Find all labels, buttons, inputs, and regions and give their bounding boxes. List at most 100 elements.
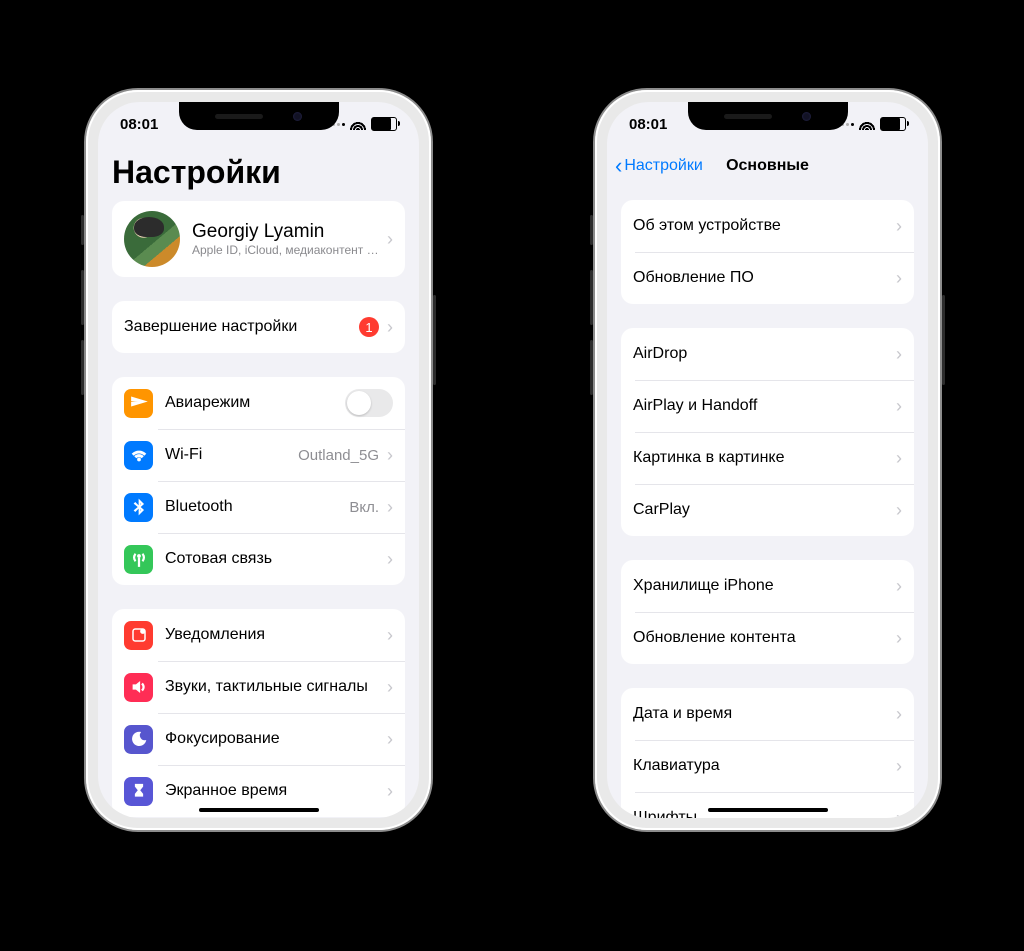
software-update-row[interactable]: Обновление ПО ›	[621, 252, 914, 304]
chevron-right-icon: ›	[896, 628, 902, 649]
row-label: AirDrop	[633, 345, 894, 363]
row-label: Об этом устройстве	[633, 217, 894, 235]
row-label: Обновление ПО	[633, 269, 894, 287]
nav-title: Основные	[726, 157, 809, 175]
bg-refresh-row[interactable]: Обновление контента ›	[621, 612, 914, 664]
apple-id-row[interactable]: Georgiy Lyamin Apple ID, iCloud, медиако…	[112, 201, 405, 277]
row-label: AirPlay и Handoff	[633, 397, 894, 415]
chevron-left-icon: ‹	[615, 155, 622, 177]
about-group: Об этом устройстве › Обновление ПО ›	[621, 200, 914, 304]
chevron-right-icon: ›	[896, 344, 902, 365]
bluetooth-icon	[124, 493, 153, 522]
row-label: Дата и время	[633, 705, 894, 723]
avatar	[124, 211, 180, 267]
row-label: Звуки, тактильные сигналы	[165, 678, 385, 696]
chevron-right-icon: ›	[896, 808, 902, 819]
chevron-right-icon: ›	[387, 625, 393, 646]
pip-row[interactable]: Картинка в картинке ›	[621, 432, 914, 484]
row-label: Уведомления	[165, 626, 385, 644]
home-indicator[interactable]	[199, 808, 319, 812]
row-value: Outland_5G	[298, 447, 379, 464]
row-label: Bluetooth	[165, 498, 349, 516]
screen: 08:01 ‹ Настройки Основные Об этом устро…	[607, 102, 928, 818]
fonts-row[interactable]: Шрифты ›	[621, 792, 914, 818]
chevron-right-icon: ›	[387, 549, 393, 570]
chevron-right-icon: ›	[387, 229, 393, 250]
row-label: Клавиатура	[633, 757, 894, 775]
chevron-right-icon: ›	[896, 756, 902, 777]
chevron-right-icon: ›	[387, 497, 393, 518]
wifi-row[interactable]: Wi-Fi Outland_5G ›	[112, 429, 405, 481]
storage-row[interactable]: Хранилище iPhone ›	[621, 560, 914, 612]
airdrop-group: AirDrop › AirPlay и Handoff › Картинка в…	[621, 328, 914, 536]
profile-subtitle: Apple ID, iCloud, медиаконтент и п…	[192, 243, 385, 257]
airplane-icon	[124, 389, 153, 418]
row-label: Авиарежим	[165, 394, 345, 412]
chevron-right-icon: ›	[896, 704, 902, 725]
speaker-icon	[124, 673, 153, 702]
carplay-row[interactable]: CarPlay ›	[621, 484, 914, 536]
chevron-right-icon: ›	[896, 576, 902, 597]
moon-icon	[124, 725, 153, 754]
chevron-right-icon: ›	[896, 396, 902, 417]
back-button[interactable]: ‹ Настройки	[615, 155, 703, 177]
chevron-right-icon: ›	[387, 677, 393, 698]
hourglass-icon	[124, 777, 153, 806]
notch	[179, 102, 339, 130]
row-value: Вкл.	[349, 499, 379, 516]
airplane-mode-row[interactable]: Авиарежим	[112, 377, 405, 429]
notifications-icon	[124, 621, 153, 650]
chevron-right-icon: ›	[896, 216, 902, 237]
network-group: Авиарежим Wi-Fi Outland_5G › Bluetooth	[112, 377, 405, 585]
profile-group: Georgiy Lyamin Apple ID, iCloud, медиако…	[112, 201, 405, 277]
storage-group: Хранилище iPhone › Обновление контента ›	[621, 560, 914, 664]
keyboard-row[interactable]: Клавиатура ›	[621, 740, 914, 792]
wifi-icon	[124, 441, 153, 470]
wifi-icon	[350, 118, 366, 130]
nav-bar: ‹ Настройки Основные	[607, 146, 928, 186]
phone-settings-root: 08:01 Настройки Georgiy Lyamin Apple ID,…	[86, 90, 431, 830]
phone-general: 08:01 ‹ Настройки Основные Об этом устро…	[595, 90, 940, 830]
datetime-group: Дата и время › Клавиатура › Шрифты › Язы…	[621, 688, 914, 818]
row-label: Экранное время	[165, 782, 385, 800]
row-label: Wi-Fi	[165, 446, 298, 464]
status-time: 08:01	[629, 116, 667, 133]
airplay-row[interactable]: AirPlay и Handoff ›	[621, 380, 914, 432]
notifications-group: Уведомления › Звуки, тактильные сигналы …	[112, 609, 405, 817]
chevron-right-icon: ›	[387, 781, 393, 802]
airdrop-row[interactable]: AirDrop ›	[621, 328, 914, 380]
cellular-row[interactable]: Сотовая связь ›	[112, 533, 405, 585]
focus-row[interactable]: Фокусирование ›	[112, 713, 405, 765]
row-label: Сотовая связь	[165, 550, 385, 568]
screen: 08:01 Настройки Georgiy Lyamin Apple ID,…	[98, 102, 419, 818]
row-label: Фокусирование	[165, 730, 385, 748]
row-label: Завершение настройки	[124, 318, 359, 336]
antenna-icon	[124, 545, 153, 574]
chevron-right-icon: ›	[896, 500, 902, 521]
date-time-row[interactable]: Дата и время ›	[621, 688, 914, 740]
chevron-right-icon: ›	[896, 268, 902, 289]
notch	[688, 102, 848, 130]
battery-icon	[371, 117, 397, 131]
back-label: Настройки	[624, 157, 702, 175]
profile-name: Georgiy Lyamin	[192, 221, 385, 243]
row-label: CarPlay	[633, 501, 894, 519]
chevron-right-icon: ›	[387, 445, 393, 466]
finish-setup-row[interactable]: Завершение настройки 1 ›	[112, 301, 405, 353]
status-time: 08:01	[120, 116, 158, 133]
row-label: Картинка в картинке	[633, 449, 894, 467]
home-indicator[interactable]	[708, 808, 828, 812]
chevron-right-icon: ›	[387, 729, 393, 750]
notifications-row[interactable]: Уведомления ›	[112, 609, 405, 661]
wifi-icon	[859, 118, 875, 130]
airplane-toggle[interactable]	[345, 389, 393, 417]
chevron-right-icon: ›	[896, 448, 902, 469]
row-label: Обновление контента	[633, 629, 894, 647]
chevron-right-icon: ›	[387, 317, 393, 338]
battery-icon	[880, 117, 906, 131]
notification-badge: 1	[359, 317, 379, 337]
about-row[interactable]: Об этом устройстве ›	[621, 200, 914, 252]
bluetooth-row[interactable]: Bluetooth Вкл. ›	[112, 481, 405, 533]
row-label: Хранилище iPhone	[633, 577, 894, 595]
sounds-row[interactable]: Звуки, тактильные сигналы ›	[112, 661, 405, 713]
